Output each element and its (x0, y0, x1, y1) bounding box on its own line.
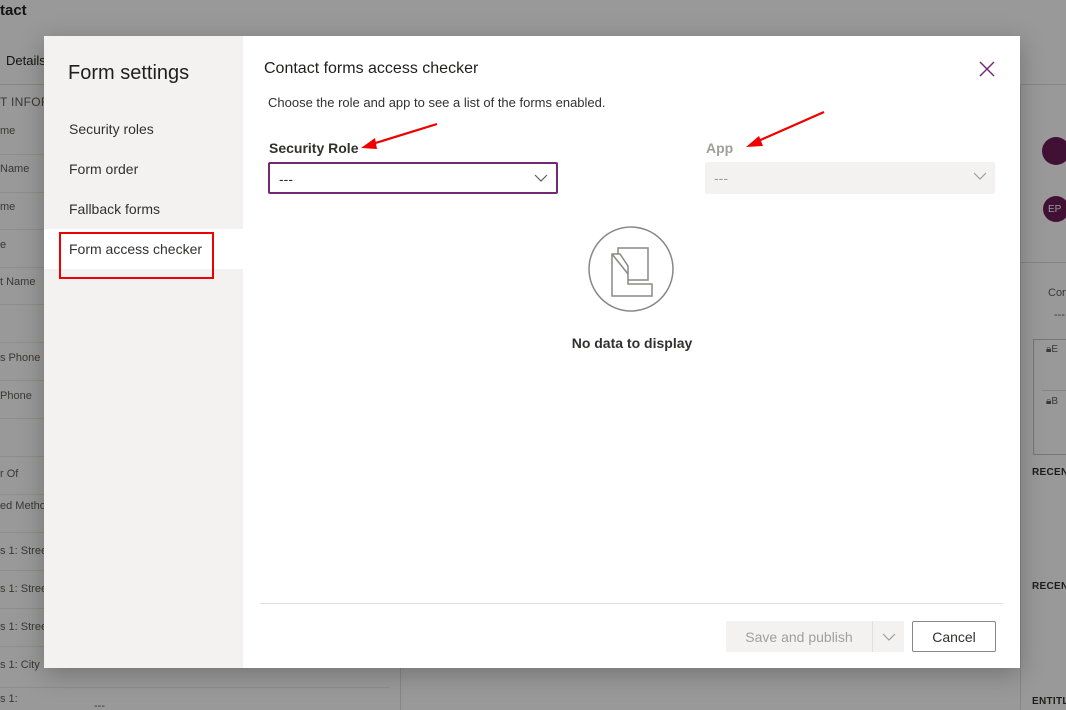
sidebar-item-label: Security roles (69, 121, 154, 137)
chevron-down-icon (973, 172, 987, 180)
settings-sidebar: Form settings Security roles Form order … (44, 36, 243, 668)
sidebar-item-fallback-forms[interactable]: Fallback forms (44, 189, 243, 229)
dialog-content: Contact forms access checker Choose the … (243, 36, 1020, 668)
save-and-publish-split-button[interactable]: Save and publish (726, 621, 904, 652)
sidebar-item-label: Fallback forms (69, 201, 161, 217)
dialog-description: Choose the role and app to see a list of… (268, 95, 606, 110)
empty-folder-icon (588, 226, 674, 312)
sidebar-item-security-roles[interactable]: Security roles (44, 109, 243, 149)
app-dropdown[interactable]: --- (705, 162, 995, 194)
sidebar-item-form-order[interactable]: Form order (44, 149, 243, 189)
empty-state-text: No data to display (571, 335, 693, 351)
security-role-label: Security Role (269, 140, 359, 156)
sidebar-item-form-access-checker[interactable]: Form access checker (44, 229, 243, 269)
app-label: App (706, 140, 734, 156)
form-settings-dialog: Form settings Security roles Form order … (44, 36, 1020, 668)
sidebar-item-label: Form order (69, 161, 139, 177)
sidebar-item-label: Form access checker (69, 241, 203, 257)
cancel-button[interactable]: Cancel (912, 621, 996, 652)
footer-divider (260, 603, 1003, 604)
close-button[interactable] (976, 58, 998, 80)
save-options-button[interactable] (872, 621, 904, 652)
security-role-dropdown[interactable]: --- (268, 162, 558, 194)
chevron-down-icon (534, 174, 548, 182)
close-icon (979, 61, 995, 77)
app-value: --- (714, 170, 728, 186)
save-and-publish-button[interactable]: Save and publish (726, 621, 872, 652)
security-role-value: --- (279, 171, 293, 187)
sidebar-title: Form settings (68, 62, 190, 84)
chevron-down-icon (882, 633, 895, 641)
dialog-title: Contact forms access checker (264, 60, 479, 77)
